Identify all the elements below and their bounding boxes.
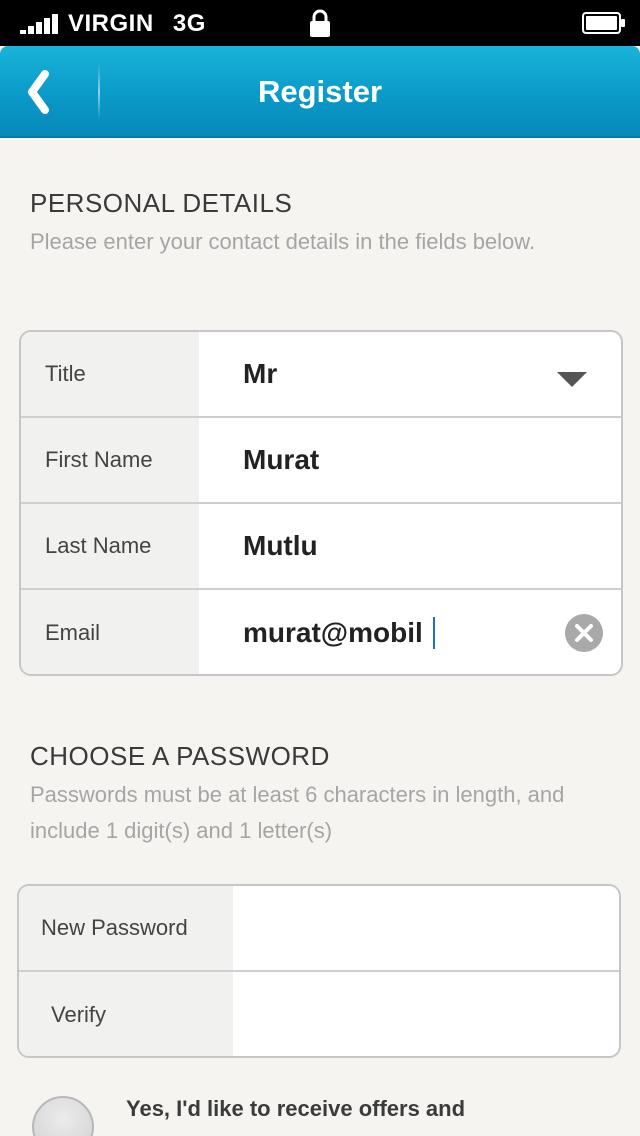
lock-icon — [310, 9, 330, 37]
new-password-row: New Password — [19, 886, 619, 972]
battery-icon — [582, 12, 625, 34]
register-screen: VIRGIN 3G Register PERSONAL DETAILS Plea… — [0, 0, 640, 1136]
last-name-value: Mutlu — [243, 530, 318, 561]
first-name-value: Murat — [243, 444, 320, 475]
personal-details-heading: PERSONAL DETAILS — [30, 188, 293, 218]
signal-icon — [20, 14, 62, 34]
status-bar: VIRGIN 3G — [0, 0, 640, 46]
email-row: Email murat@mobil — [21, 590, 621, 674]
last-name-row: Last Name Mutlu — [21, 504, 621, 590]
verify-password-field[interactable] — [233, 972, 619, 1056]
verify-label: Verify — [19, 972, 233, 1056]
text-cursor — [432, 617, 435, 649]
new-password-field[interactable] — [233, 886, 619, 970]
email-value: murat@mobil — [243, 617, 423, 648]
email-label: Email — [21, 590, 199, 674]
last-name-label: Last Name — [21, 504, 199, 588]
personal-details-form: Title Mr First Name Murat Last Name Mutl… — [19, 330, 623, 676]
clear-email-button[interactable] — [565, 614, 603, 652]
navigation-bar: Register — [0, 46, 640, 138]
email-field[interactable]: murat@mobil — [199, 590, 621, 674]
password-description: Passwords must be at least 6 characters … — [30, 782, 565, 843]
first-name-row: First Name Murat — [21, 418, 621, 504]
network-type: 3G — [172, 10, 206, 37]
password-heading: CHOOSE A PASSWORD — [30, 741, 330, 771]
first-name-field[interactable]: Murat — [199, 418, 621, 502]
password-form: New Password Verify — [17, 884, 621, 1058]
last-name-field[interactable]: Mutlu — [199, 504, 621, 588]
title-row[interactable]: Title Mr — [21, 332, 621, 418]
offers-checkbox[interactable] — [32, 1096, 94, 1136]
title-label: Title — [21, 332, 199, 416]
close-icon — [575, 624, 593, 642]
personal-details-description: Please enter your contact details in the… — [30, 229, 536, 254]
new-password-label: New Password — [19, 886, 233, 970]
verify-row: Verify — [19, 972, 619, 1056]
carrier-name: VIRGIN — [68, 10, 154, 37]
title-value: Mr — [243, 358, 278, 389]
first-name-label: First Name — [21, 418, 199, 502]
carrier-label: VIRGIN 3G — [68, 10, 206, 38]
dropdown-arrow-icon[interactable] — [557, 372, 587, 387]
page-title: Register — [257, 74, 383, 109]
offers-label[interactable]: Yes, I'd like to receive offers and — [126, 1096, 465, 1122]
